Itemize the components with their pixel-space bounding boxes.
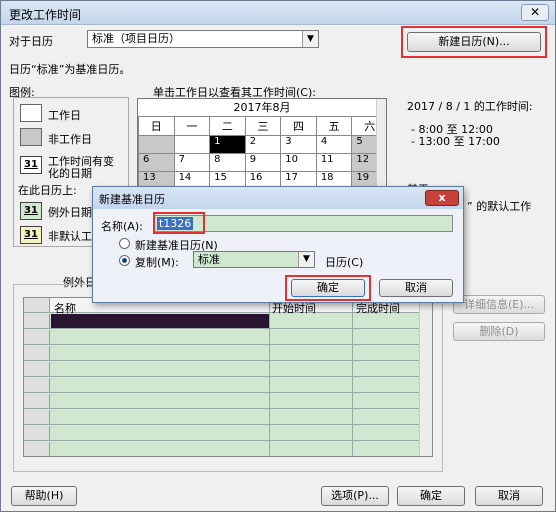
table-row[interactable] bbox=[24, 346, 420, 361]
weekday-header: 一 bbox=[173, 116, 211, 136]
calendar-day[interactable]: 9 bbox=[244, 153, 282, 172]
calendar-day[interactable]: 3 bbox=[280, 135, 317, 154]
copy-calendar-select[interactable]: 标准 ▼ bbox=[193, 251, 315, 268]
row-header bbox=[24, 330, 50, 344]
legend-nondefault: 非默认工 bbox=[48, 230, 92, 243]
table-row[interactable] bbox=[24, 410, 420, 425]
legend-nonworking: 非工作日 bbox=[48, 133, 92, 146]
legend-working: 工作日 bbox=[48, 109, 81, 122]
legend-exception: 例外日期 bbox=[48, 206, 92, 219]
chevron-down-icon: ▼ bbox=[302, 31, 318, 47]
dialog-cancel-button[interactable]: 取消 bbox=[379, 279, 453, 297]
work-info-title: 2017 / 8 / 1 的工作时间: bbox=[407, 100, 533, 113]
nondefault-swatch: 31 bbox=[20, 226, 42, 244]
copy-suffix: 日历(C) bbox=[325, 256, 364, 269]
copy-calendar-value: 标准 bbox=[198, 253, 220, 266]
table-row[interactable] bbox=[24, 394, 420, 409]
weekday-header: 五 bbox=[315, 116, 353, 136]
row-header bbox=[24, 442, 50, 456]
month-calendar[interactable]: 2017年8月 日 一 二 三 四 五 六 1 2 3 4 5 6 7 8 9 … bbox=[137, 98, 387, 190]
radio-copy[interactable] bbox=[119, 255, 130, 266]
delete-button[interactable]: 删除(D) bbox=[453, 322, 545, 341]
weekday-header: 二 bbox=[209, 116, 246, 136]
calendar-day[interactable]: 11 bbox=[315, 153, 353, 172]
weekday-header: 三 bbox=[244, 116, 282, 136]
name-label: 名称(A): bbox=[101, 220, 143, 233]
table-row[interactable] bbox=[24, 314, 420, 329]
table-row[interactable] bbox=[24, 362, 420, 377]
details-button[interactable]: 详细信息(E)... bbox=[453, 295, 545, 314]
window-title: 更改工作时间 bbox=[9, 8, 82, 22]
row-header bbox=[24, 378, 50, 392]
radio-new-base[interactable] bbox=[119, 238, 130, 249]
highlight-name bbox=[153, 212, 205, 234]
dialog-title: 新建基准日历 bbox=[99, 193, 165, 206]
calendar-day[interactable]: 7 bbox=[173, 153, 211, 172]
dialog-title-bar: 新建基准日历 x bbox=[93, 187, 463, 209]
row-header bbox=[24, 346, 50, 360]
weekday-header: 日 bbox=[138, 116, 175, 136]
close-icon[interactable]: ✕ bbox=[521, 4, 549, 21]
for-calendar-label: 对于日历 bbox=[9, 35, 53, 48]
calendar-day[interactable] bbox=[173, 135, 211, 154]
col-divider bbox=[269, 298, 270, 456]
chevron-down-icon: ▼ bbox=[298, 252, 314, 267]
calendar-day[interactable]: 8 bbox=[209, 153, 246, 172]
table-row[interactable] bbox=[24, 330, 420, 345]
exception-swatch: 31 bbox=[20, 202, 42, 220]
calendar-scrollbar[interactable] bbox=[376, 99, 386, 189]
col-divider bbox=[352, 298, 353, 456]
calendar-day[interactable]: 4 bbox=[315, 135, 353, 154]
highlight-ok bbox=[285, 275, 371, 301]
ok-button[interactable]: 确定 bbox=[397, 486, 465, 506]
base-calendar-note: 日历“标准”为基准日历。 bbox=[9, 63, 131, 76]
legend-edited-2: 化的日期 bbox=[48, 167, 92, 180]
work-info-trail2: ” 的默认工作 bbox=[467, 200, 532, 213]
table-row[interactable] bbox=[24, 426, 420, 441]
calendar-day[interactable]: 10 bbox=[280, 153, 317, 172]
radio-copy-label: 复制(M): bbox=[135, 256, 179, 269]
legend-on-calendar: 在此日历上: bbox=[18, 184, 77, 197]
calendar-day[interactable]: 2 bbox=[244, 135, 282, 154]
options-button[interactable]: 选项(P)... bbox=[321, 486, 389, 506]
dialog-close-icon[interactable]: x bbox=[425, 190, 459, 206]
header-corner bbox=[24, 298, 50, 312]
cancel-button[interactable]: 取消 bbox=[475, 486, 543, 506]
title-bar: 更改工作时间 ✕ bbox=[1, 1, 555, 25]
calendar-month: 2017年8月 bbox=[233, 101, 291, 114]
active-cell[interactable] bbox=[51, 314, 269, 328]
row-header bbox=[24, 426, 50, 440]
calendar-select-value: 标准（项目日历） bbox=[92, 32, 180, 45]
work-info-line2: - 13:00 至 17:00 bbox=[411, 135, 500, 148]
calendar-day[interactable] bbox=[138, 135, 175, 154]
table-scrollbar[interactable] bbox=[419, 298, 432, 456]
calendar-day[interactable]: 6 bbox=[138, 153, 175, 172]
weekday-header: 四 bbox=[280, 116, 317, 136]
table-row[interactable] bbox=[24, 378, 420, 393]
help-button[interactable]: 帮助(H) bbox=[11, 486, 77, 506]
row-header bbox=[24, 362, 50, 376]
calendar-grid: 日 一 二 三 四 五 六 1 2 3 4 5 6 7 8 9 10 11 12… bbox=[138, 116, 386, 189]
highlight-new-calendar bbox=[401, 26, 547, 58]
exceptions-table[interactable]: 名称 开始时间 完成时间 bbox=[23, 297, 433, 457]
row-header bbox=[24, 394, 50, 408]
working-swatch bbox=[20, 104, 42, 122]
table-row[interactable] bbox=[24, 442, 420, 456]
new-base-calendar-dialog: 新建基准日历 x 名称(A): t1326 新建基准日历(N) 复制(M): 标… bbox=[92, 186, 464, 303]
row-header bbox=[24, 410, 50, 424]
calendar-day-selected[interactable]: 1 bbox=[209, 135, 246, 154]
calendar-select[interactable]: 标准（项目日历） ▼ bbox=[87, 30, 319, 48]
row-header bbox=[24, 314, 50, 328]
edited-swatch: 31 bbox=[20, 156, 42, 174]
nonworking-swatch bbox=[20, 128, 42, 146]
